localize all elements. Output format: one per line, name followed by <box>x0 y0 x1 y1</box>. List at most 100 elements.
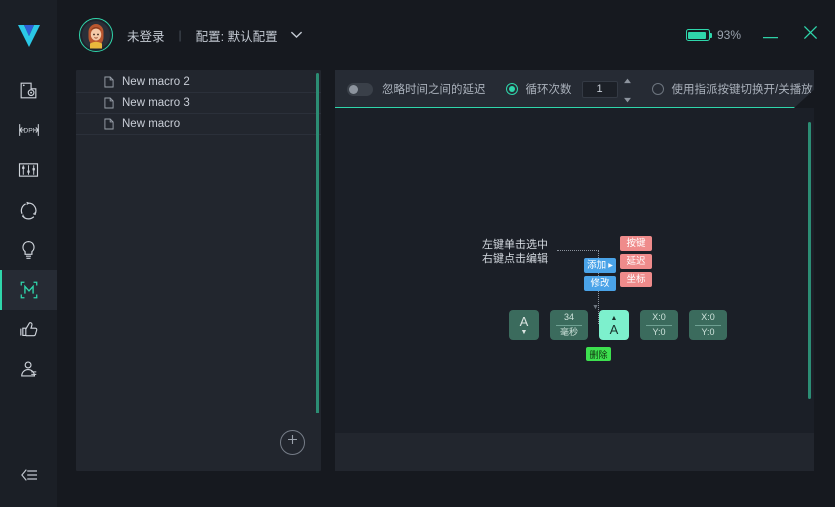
sidebar-item-macro[interactable] <box>0 270 57 310</box>
macro-list-scroll: New macro 2 New macro 3 New macro <box>76 70 321 413</box>
macro-list-item-label: New macro 3 <box>122 97 190 109</box>
ignore-delay-label: 忽略时间之间的延迟 <box>382 84 486 96</box>
battery-fill <box>688 31 707 39</box>
sidebar-item-mouse-settings[interactable] <box>0 70 57 110</box>
brand-logo <box>0 0 57 70</box>
macro-chip-top-value: X:0 <box>652 312 666 322</box>
minimize-icon <box>762 26 778 44</box>
title-bar: 未登录 | 配置: 默认配置 93% <box>57 0 835 70</box>
loop-count-input[interactable]: 1 <box>582 81 618 98</box>
toggle-play-radio[interactable] <box>652 83 664 95</box>
context-menu-key[interactable]: 按键 <box>620 236 652 251</box>
loop-count-group[interactable]: 循环次数 1 <box>506 71 632 108</box>
submenu-arrow-icon: ▶ <box>608 262 613 269</box>
sidebar-rail: DPI <box>0 0 57 507</box>
file-icon <box>104 76 114 88</box>
annotation-connector-horizontal <box>557 250 599 251</box>
main-area: 未登录 | 配置: 默认配置 93% New macro 2 New macro… <box>57 0 835 507</box>
add-macro-button[interactable] <box>280 429 305 455</box>
battery-icon <box>685 29 713 41</box>
delete-action-button[interactable]: 删除 <box>586 347 611 361</box>
loop-count-radio[interactable] <box>506 83 518 95</box>
titlebar-divider: | <box>178 28 182 42</box>
annotation-line-2: 右键点击编辑 <box>482 253 548 265</box>
context-menu-add-label: 添加 <box>587 259 607 271</box>
macro-list-item[interactable]: New macro 2 <box>76 72 321 93</box>
mouse-settings-icon <box>19 81 38 100</box>
context-menu-delay[interactable]: 延迟 <box>620 254 652 269</box>
macro-icon <box>19 280 39 300</box>
sidebar-item-lighting[interactable] <box>0 230 57 270</box>
chevron-down-icon[interactable] <box>623 90 632 108</box>
key-release-arrow-icon: ▲ <box>610 314 618 322</box>
macro-list-item[interactable]: New macro <box>76 114 321 135</box>
macro-list-item[interactable]: New macro 3 <box>76 93 321 114</box>
macro-chip-bottom-value: Y:0 <box>652 327 666 337</box>
canvas-footer <box>335 433 814 471</box>
macro-chip-delay[interactable]: 34 毫秒 <box>550 310 588 340</box>
sidebar-item-equalizer[interactable] <box>0 150 57 190</box>
context-menu-coord[interactable]: 坐标 <box>620 272 652 287</box>
content-body: New macro 2 New macro 3 New macro 忽略时间之间… <box>57 70 835 507</box>
sidebar-item-dpi[interactable]: DPI <box>0 110 57 150</box>
chevron-up-icon[interactable] <box>623 71 632 89</box>
macro-chip-coordinate[interactable]: X:0 Y:0 <box>640 310 678 340</box>
avatar[interactable] <box>79 18 113 52</box>
toggle-knob <box>349 85 358 94</box>
context-menu-primary-column: 添加 ▶ 修改 <box>584 258 616 291</box>
lighting-icon <box>20 240 37 261</box>
file-icon <box>104 118 114 130</box>
close-button[interactable] <box>799 24 821 46</box>
macro-list-item-label: New macro <box>122 118 181 130</box>
macro-chip-key-letter: A <box>609 321 619 337</box>
sidebar-item-thumbs-up[interactable] <box>0 310 57 350</box>
macro-chip-key-letter: A <box>519 313 529 329</box>
file-icon <box>104 97 114 109</box>
annotation-line-1: 左键单击选中 <box>482 239 548 251</box>
macro-chip-coordinate[interactable]: X:0 Y:0 <box>689 310 727 340</box>
canvas-scrollbar[interactable] <box>808 122 811 399</box>
macro-chip-top-value: X:0 <box>701 312 715 322</box>
toggle-play-group[interactable]: 使用指派按键切换开/关播放 <box>652 81 813 97</box>
minimize-button[interactable] <box>759 24 781 46</box>
equalizer-icon <box>18 161 39 179</box>
macro-chip-key[interactable]: A ▼ <box>509 310 539 340</box>
titlebar-right-controls: 93% <box>685 24 821 46</box>
macro-action-chips: A ▼ 34 毫秒 ▲ A X:0 Y:0 X:0 Y:0 <box>509 310 727 340</box>
app-window: DPI 未登录 | 配置: 默认配置 93% New macro 2 New m… <box>0 0 835 507</box>
ignore-delay-toggle[interactable] <box>347 83 373 96</box>
dpi-icon: DPI <box>18 121 40 139</box>
macro-chip-key-selected[interactable]: ▲ A <box>599 310 629 340</box>
macro-editor-panel: 忽略时间之间的延迟 循环次数 1 使用指派按键切换开/关播放 左键单击选中 右键… <box>335 70 814 471</box>
macro-canvas[interactable]: 左键单击选中 右键点击编辑 添加 ▶ 修改 按键 延迟 坐标 ▼ A ▼ 34 … <box>335 108 814 433</box>
macro-editor-toolbar: 忽略时间之间的延迟 循环次数 1 使用指派按键切换开/关播放 <box>335 70 814 108</box>
profile-selector-label[interactable]: 配置: 默认配置 <box>196 26 278 45</box>
battery-percent-label: 93% <box>716 28 741 42</box>
context-menu-add[interactable]: 添加 ▶ <box>584 258 616 273</box>
chevron-down-icon <box>290 26 303 44</box>
macro-list-scrollbar[interactable] <box>316 73 319 413</box>
sidebar-item-polling-rate[interactable] <box>0 190 57 230</box>
loop-count-label: 循环次数 <box>525 84 572 96</box>
thumbs-up-icon <box>19 320 39 340</box>
battery-indicator: 93% <box>685 28 741 42</box>
context-menu-submenu: 按键 延迟 坐标 <box>620 236 652 287</box>
collapse-sidebar-icon <box>18 467 40 488</box>
close-icon <box>803 25 818 45</box>
loop-count-stepper[interactable]: 1 <box>582 71 632 108</box>
macro-list-item-label: New macro 2 <box>122 76 190 88</box>
sidebar-item-profile-user[interactable] <box>0 350 57 390</box>
collapse-sidebar-button[interactable] <box>0 447 57 507</box>
context-menu-modify[interactable]: 修改 <box>584 276 616 291</box>
toggle-play-label: 使用指派按键切换开/关播放 <box>671 84 813 96</box>
stepper-arrows[interactable] <box>623 71 632 108</box>
macro-chip-bottom-value: 毫秒 <box>559 327 578 337</box>
canvas-annotation: 左键单击选中 右键点击编辑 <box>482 238 548 266</box>
macro-list-footer <box>76 413 321 471</box>
polling-rate-icon <box>19 201 38 220</box>
ignore-delay-group[interactable]: 忽略时间之间的延迟 <box>347 81 486 97</box>
login-status[interactable]: 未登录 <box>127 26 165 45</box>
macro-list-panel: New macro 2 New macro 3 New macro <box>76 70 321 471</box>
profile-user-icon <box>19 360 39 380</box>
profile-dropdown-button[interactable] <box>290 26 303 44</box>
